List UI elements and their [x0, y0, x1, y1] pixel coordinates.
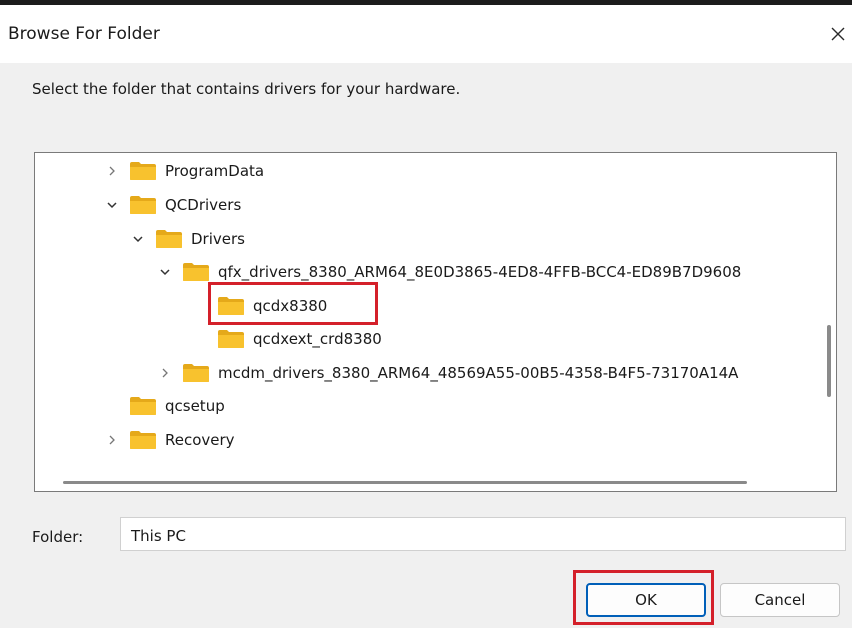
tree-item-label: qcdxext_crd8380	[253, 330, 382, 348]
chevron-down-icon[interactable]	[131, 232, 145, 246]
folder-icon	[155, 229, 183, 249]
tree-item-label: qcsetup	[165, 397, 225, 415]
tree-item[interactable]: Recovery	[105, 427, 235, 453]
folder-input[interactable]: This PC	[120, 517, 846, 551]
folder-icon	[129, 161, 157, 181]
vertical-scrollbar[interactable]	[827, 325, 831, 397]
folder-icon	[182, 363, 210, 383]
tree-item-label: ProgramData	[165, 162, 265, 180]
title-bar[interactable]: Browse For Folder	[0, 5, 852, 63]
tree-item[interactable]: ProgramData	[105, 158, 264, 184]
tree-item-label: QCDrivers	[165, 196, 242, 214]
folder-label: Folder:	[32, 528, 84, 546]
tree-item[interactable]: QCDrivers	[105, 192, 241, 218]
chevron-right-icon[interactable]	[105, 164, 119, 178]
chevron-right-icon[interactable]	[105, 433, 119, 447]
close-button[interactable]	[824, 17, 852, 51]
ok-button[interactable]: OK	[586, 583, 706, 617]
window-title: Browse For Folder	[8, 24, 160, 44]
folder-icon	[217, 329, 245, 349]
selection-highlight-box	[208, 282, 378, 325]
folder-icon	[129, 195, 157, 215]
chevron-right-icon[interactable]	[158, 366, 172, 380]
tree-item-label: Recovery	[165, 431, 235, 449]
tree-item[interactable]: Drivers	[131, 226, 245, 252]
chevron-down-icon[interactable]	[158, 265, 172, 279]
instruction-text: Select the folder that contains drivers …	[32, 80, 461, 98]
tree-item-label: Drivers	[191, 230, 245, 248]
close-icon	[831, 27, 845, 41]
folder-icon	[129, 396, 157, 416]
folder-icon	[182, 262, 210, 282]
horizontal-scrollbar[interactable]	[63, 481, 747, 484]
tree-item[interactable]: qcdxext_crd8380	[193, 326, 382, 352]
tree-item-label: qfx_drivers_8380_ARM64_8E0D3865-4ED8-4FF…	[218, 263, 742, 281]
chevron-down-icon[interactable]	[105, 198, 119, 212]
tree-item[interactable]: mcdm_drivers_8380_ARM64_48569A55-00B5-43…	[158, 360, 738, 386]
cancel-button[interactable]: Cancel	[720, 583, 840, 617]
tree-item[interactable]: qcsetup	[105, 393, 225, 419]
folder-tree[interactable]: ProgramData QCDrivers Drivers qfx_drivers_8…	[34, 152, 837, 492]
folder-icon	[129, 430, 157, 450]
tree-item-label: mcdm_drivers_8380_ARM64_48569A55-00B5-43…	[218, 364, 739, 382]
